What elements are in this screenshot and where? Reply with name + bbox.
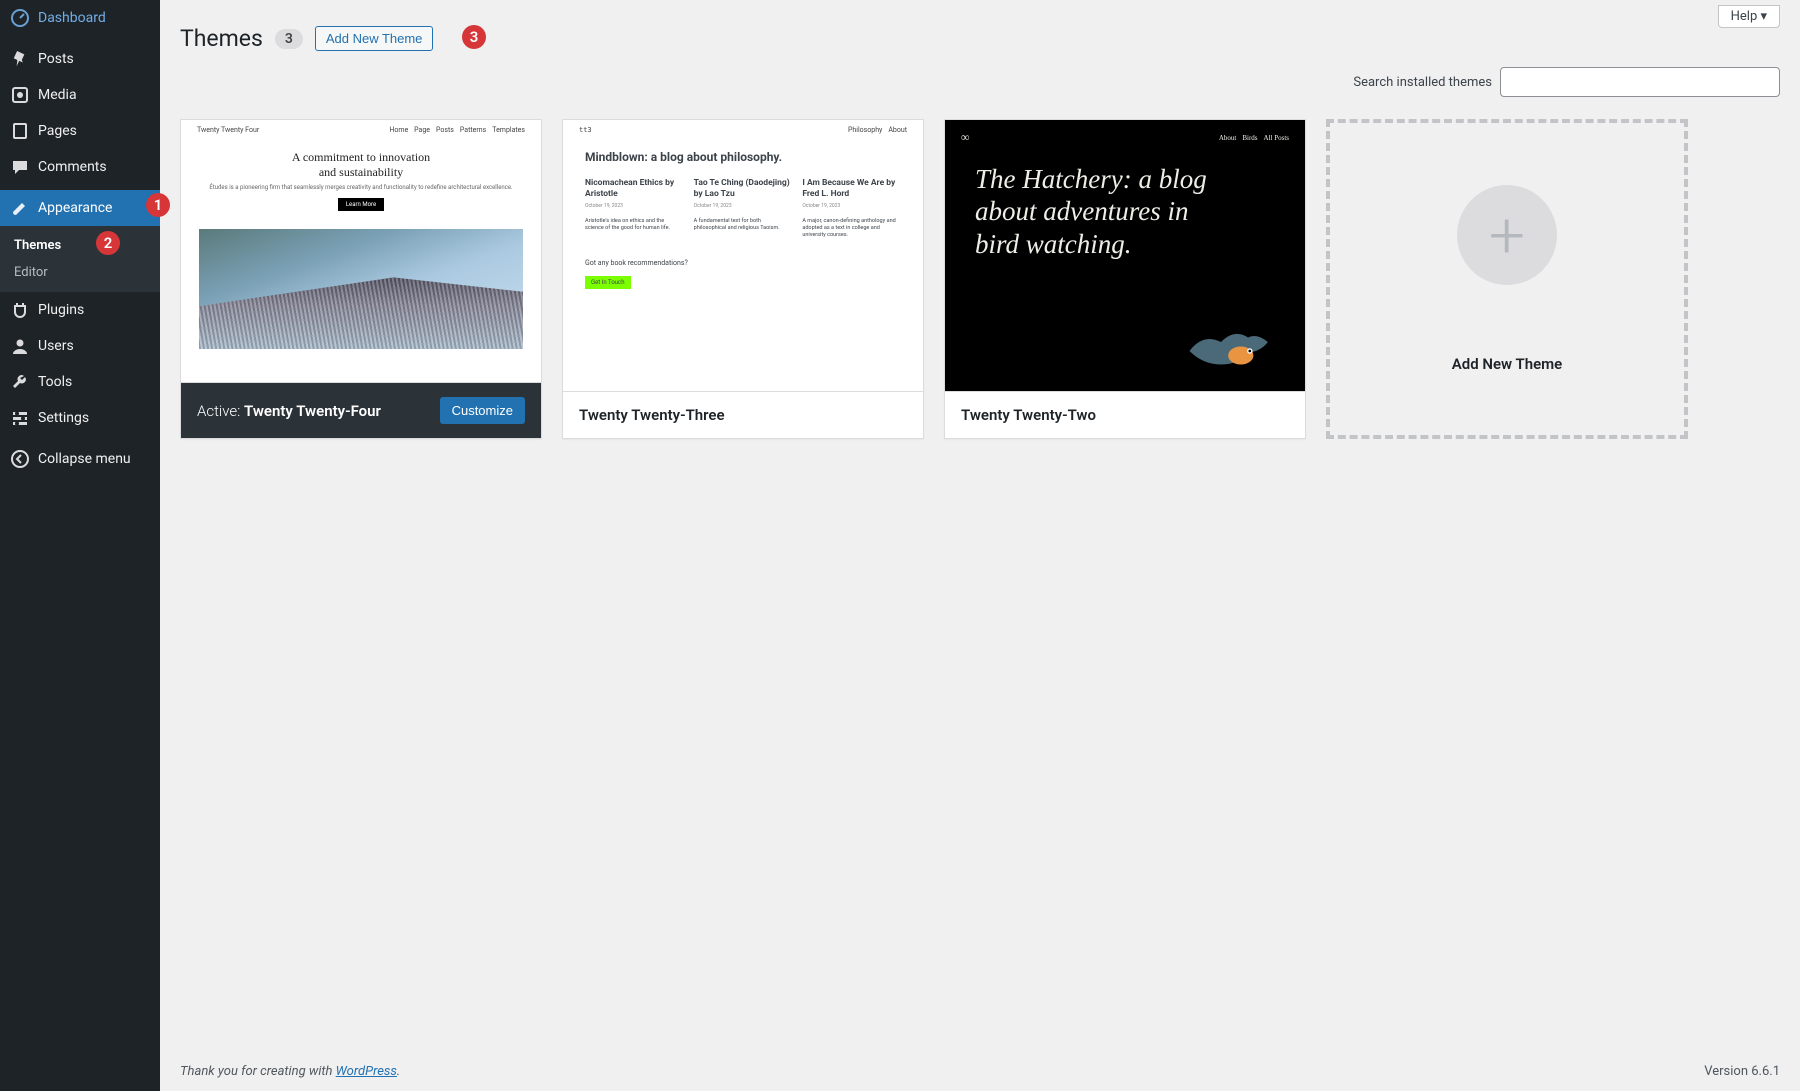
search-bar: Search installed themes (180, 67, 1780, 97)
theme-name-bar: Twenty Twenty-Two (945, 391, 1305, 438)
menu-label: Plugins (38, 302, 84, 318)
theme-screenshot: Twenty Twenty Four Home Page Posts Patte… (181, 120, 541, 382)
theme-name-bar: Active: Twenty Twenty-Four Customize (181, 382, 541, 438)
pin-icon (10, 49, 30, 69)
wordpress-link[interactable]: WordPress (336, 1064, 397, 1079)
menu-settings[interactable]: Settings (0, 400, 160, 436)
wrench-icon (10, 372, 30, 392)
submenu-label: Editor (14, 265, 48, 280)
menu-media[interactable]: Media (0, 77, 160, 113)
theme-card[interactable]: Twenty Twenty Four Home Page Posts Patte… (180, 119, 542, 439)
theme-name: Twenty Twenty-Four (244, 402, 381, 420)
theme-screenshot: ∞ About Birds All Posts The Hatchery: a … (945, 120, 1305, 391)
brush-icon (10, 198, 30, 218)
logo-icon: ∞ (961, 130, 970, 145)
menu-label: Appearance (38, 200, 112, 216)
main-content: Help ▾ Themes 3 Add New Theme 3 Search i… (160, 0, 1800, 1051)
page-header: Themes 3 Add New Theme 3 (180, 25, 1780, 52)
menu-label: Comments (38, 159, 107, 175)
plugin-icon (10, 300, 30, 320)
appearance-submenu: Themes 2 Editor (0, 226, 160, 292)
menu-label: Users (38, 338, 74, 354)
search-label: Search installed themes (1353, 75, 1492, 90)
themes-count: 3 (275, 29, 303, 49)
add-card-label: Add New Theme (1452, 355, 1563, 373)
themes-grid: Twenty Twenty Four Home Page Posts Patte… (180, 119, 1780, 439)
footer-text: Thank you for creating with (180, 1064, 336, 1079)
active-label: Active: (197, 402, 244, 420)
menu-label: Dashboard (38, 10, 106, 26)
submenu-editor[interactable]: Editor (0, 259, 160, 286)
admin-sidebar: Dashboard Posts Media Pages Comments App… (0, 0, 160, 1091)
version-text: Version 6.6.1 (1704, 1064, 1780, 1079)
menu-tools[interactable]: Tools (0, 364, 160, 400)
bird-icon (1185, 321, 1275, 381)
comment-icon (10, 157, 30, 177)
menu-label: Tools (38, 374, 72, 390)
menu-label: Posts (38, 51, 74, 67)
menu-dashboard[interactable]: Dashboard (0, 0, 160, 36)
search-input[interactable] (1500, 67, 1780, 97)
page-icon (10, 121, 30, 141)
annotation-badge-2: 2 (96, 231, 120, 255)
menu-posts[interactable]: Posts (0, 41, 160, 77)
theme-name: Twenty Twenty-Two (961, 406, 1096, 424)
menu-appearance[interactable]: Appearance 1 (0, 190, 160, 226)
menu-plugins[interactable]: Plugins (0, 292, 160, 328)
page-title: Themes (180, 25, 263, 52)
collapse-label: Collapse menu (38, 451, 131, 467)
theme-name-bar: Twenty Twenty-Three (563, 391, 923, 438)
ss-brand: tt3 (579, 126, 592, 134)
menu-label: Pages (38, 123, 77, 139)
settings-icon (10, 408, 30, 428)
theme-screenshot: tt3 Philosophy About Mindblown: a blog a… (563, 120, 923, 391)
menu-pages[interactable]: Pages (0, 113, 160, 149)
user-icon (10, 336, 30, 356)
admin-footer: Thank you for creating with WordPress. V… (160, 1051, 1800, 1091)
customize-button[interactable]: Customize (440, 397, 525, 424)
submenu-label: Themes (14, 238, 61, 253)
menu-users[interactable]: Users (0, 328, 160, 364)
ss-brand: Twenty Twenty Four (197, 126, 259, 134)
annotation-badge-3: 3 (462, 25, 486, 49)
submenu-themes[interactable]: Themes 2 (0, 232, 160, 259)
menu-comments[interactable]: Comments (0, 149, 160, 185)
theme-name: Twenty Twenty-Three (579, 406, 725, 424)
dashboard-icon (10, 8, 30, 28)
add-new-theme-button[interactable]: Add New Theme (315, 26, 434, 51)
menu-label: Media (38, 87, 77, 103)
theme-card[interactable]: tt3 Philosophy About Mindblown: a blog a… (562, 119, 924, 439)
add-theme-card[interactable]: + Add New Theme (1326, 119, 1688, 439)
plus-icon: + (1457, 185, 1557, 285)
collapse-icon (10, 449, 30, 469)
menu-label: Settings (38, 410, 89, 426)
building-image (199, 229, 523, 349)
theme-card[interactable]: ∞ About Birds All Posts The Hatchery: a … (944, 119, 1306, 439)
collapse-menu[interactable]: Collapse menu (0, 441, 160, 477)
media-icon (10, 85, 30, 105)
